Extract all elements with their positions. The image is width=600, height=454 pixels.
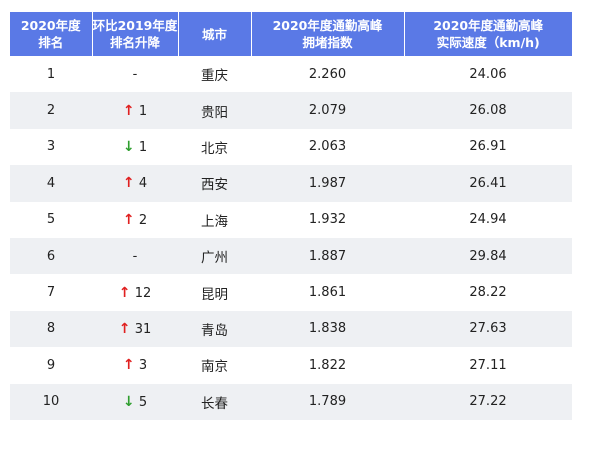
congestion-index-cell: 1.838 — [251, 310, 404, 348]
city-cell: 长春 — [178, 383, 251, 420]
arrow-down-icon: ↓ — [122, 138, 135, 155]
actual-speed-cell: 29.84 — [404, 237, 572, 275]
table-row: 2 ↑ 1 贵阳 2.079 26.08 — [10, 92, 572, 129]
header-congestion-index: 2020年度通勤高峰 拥堵指数 — [251, 12, 405, 56]
congestion-index-cell: 1.987 — [251, 165, 404, 202]
actual-speed-cell: 24.94 — [404, 201, 572, 238]
rank-change-value: 1 — [138, 139, 148, 155]
congestion-index-cell: 1.932 — [251, 201, 404, 238]
rank-cell: 5 — [10, 201, 92, 238]
congestion-index-cell: 1.861 — [251, 274, 404, 311]
rank-change-value: 1 — [138, 103, 148, 119]
header-city: 城市 — [178, 12, 252, 56]
city-cell: 重庆 — [178, 56, 251, 93]
rank-cell: 7 — [10, 274, 92, 311]
table-row: 3 ↓ 1 北京 2.063 26.91 — [10, 128, 572, 166]
rank-cell: 3 — [10, 128, 92, 166]
rank-change-value: 12 — [134, 285, 152, 301]
actual-speed-cell: 26.91 — [404, 128, 572, 166]
header-city-line-1: 城市 — [201, 26, 227, 42]
actual-speed-cell: 27.63 — [404, 310, 572, 348]
city-cell: 南京 — [178, 347, 251, 384]
city-cell: 北京 — [178, 128, 251, 166]
header-actual-speed: 2020年度通勤高峰 实际速度（km/h) — [404, 12, 572, 56]
header-rank-line-2: 排名 — [38, 35, 64, 50]
rank-cell: 9 — [10, 347, 92, 384]
header-rank-line-1: 2020年度 — [20, 18, 81, 33]
table-row: 5 ↑ 2 上海 1.932 24.94 — [10, 201, 572, 238]
header-change-line-2: 排名升降 — [109, 35, 160, 50]
rank-cell: 8 — [10, 310, 92, 348]
header-index-line-1: 2020年度通勤高峰 — [272, 18, 383, 33]
actual-speed-cell: 27.11 — [404, 347, 572, 384]
congestion-index-cell: 2.260 — [251, 56, 404, 93]
actual-speed-cell: 26.08 — [404, 92, 572, 129]
rank-cell: 4 — [10, 165, 92, 202]
header-change-line-1: 环比2019年度 — [92, 18, 178, 33]
actual-speed-cell: 26.41 — [404, 165, 572, 202]
table-row: 1 - 重庆 2.260 24.06 — [10, 56, 572, 93]
rank-change-cell: ↑ 2 — [92, 201, 178, 238]
rank-change-cell: ↑ 12 — [92, 274, 178, 311]
arrow-up-icon: ↑ — [122, 357, 135, 374]
city-cell: 青岛 — [178, 310, 251, 348]
header-index-line-2: 拥堵指数 — [302, 35, 353, 50]
city-cell: 上海 — [178, 201, 251, 238]
rank-cell: 6 — [10, 237, 92, 275]
actual-speed-cell: 27.22 — [404, 383, 572, 420]
congestion-index-cell: 1.789 — [251, 383, 404, 420]
rank-cell: 2 — [10, 92, 92, 129]
table-row: 10 ↓ 5 长春 1.789 27.22 — [10, 383, 572, 420]
table-row: 7 ↑ 12 昆明 1.861 28.22 — [10, 274, 572, 311]
table-row: 9 ↑ 3 南京 1.822 27.11 — [10, 347, 572, 384]
table-row: 4 ↑ 4 西安 1.987 26.41 — [10, 165, 572, 202]
rank-change-cell: ↓ 5 — [92, 383, 178, 420]
rank-change-value: 2 — [138, 212, 148, 228]
rank-change-cell: - — [92, 56, 178, 93]
rank-change-cell: ↓ 1 — [92, 128, 178, 166]
actual-speed-cell: 24.06 — [404, 56, 572, 93]
header-speed-line-2: 实际速度（km/h) — [436, 35, 540, 50]
rank-change-cell: - — [92, 237, 178, 275]
arrow-down-icon: ↓ — [122, 393, 135, 410]
rank-change-cell: ↑ 4 — [92, 165, 178, 202]
arrow-up-icon: ↑ — [122, 211, 135, 228]
arrow-up-icon: ↑ — [118, 320, 131, 337]
arrow-up-icon: ↑ — [122, 175, 135, 192]
rank-change-value: 4 — [138, 176, 148, 192]
rank-change-value: - — [132, 66, 138, 82]
table-row: 6 - 广州 1.887 29.84 — [10, 237, 572, 275]
rank-change-value: 3 — [138, 358, 148, 374]
actual-speed-cell: 28.22 — [404, 274, 572, 311]
header-rank: 2020年度 排名 — [10, 12, 93, 56]
header-row: 2020年度 排名 环比2019年度 排名升降 城市 2020年度通勤高峰 拥堵… — [10, 12, 572, 56]
table-row: 8 ↑ 31 青岛 1.838 27.63 — [10, 310, 572, 348]
city-cell: 贵阳 — [178, 92, 251, 129]
city-cell: 广州 — [178, 237, 251, 275]
city-cell: 西安 — [178, 165, 251, 202]
header-rank-change: 环比2019年度 排名升降 — [92, 12, 179, 56]
congestion-index-cell: 2.079 — [251, 92, 404, 129]
congestion-index-cell: 2.063 — [251, 128, 404, 166]
rank-change-cell: ↑ 1 — [92, 92, 178, 129]
congestion-index-cell: 1.822 — [251, 347, 404, 384]
congestion-ranking-table: 2020年度 排名 环比2019年度 排名升降 城市 2020年度通勤高峰 拥堵… — [10, 12, 572, 420]
city-cell: 昆明 — [178, 274, 251, 311]
table-header: 2020年度 排名 环比2019年度 排名升降 城市 2020年度通勤高峰 拥堵… — [10, 12, 572, 56]
table-body: 1- 重庆 2.260 24.06 2 ↑ 1 贵阳 2.079 26.08 3 ↓ 1 北京 2.063 2… — [10, 56, 572, 420]
rank-change-value: 31 — [134, 321, 152, 337]
rank-cell: 10 — [10, 383, 92, 420]
rank-change-cell: ↑ 3 — [92, 347, 178, 384]
rank-change-cell: ↑ 31 — [92, 310, 178, 348]
rank-change-value: - — [132, 248, 138, 264]
rank-cell: 1 — [10, 56, 92, 93]
arrow-up-icon: ↑ — [122, 102, 135, 119]
header-speed-line-1: 2020年度通勤高峰 — [433, 18, 544, 33]
congestion-ranking-table-container: 2020年度 排名 环比2019年度 排名升降 城市 2020年度通勤高峰 拥堵… — [10, 12, 572, 420]
congestion-index-cell: 1.887 — [251, 237, 404, 275]
rank-change-value: 5 — [138, 394, 148, 410]
arrow-up-icon: ↑ — [118, 284, 131, 301]
